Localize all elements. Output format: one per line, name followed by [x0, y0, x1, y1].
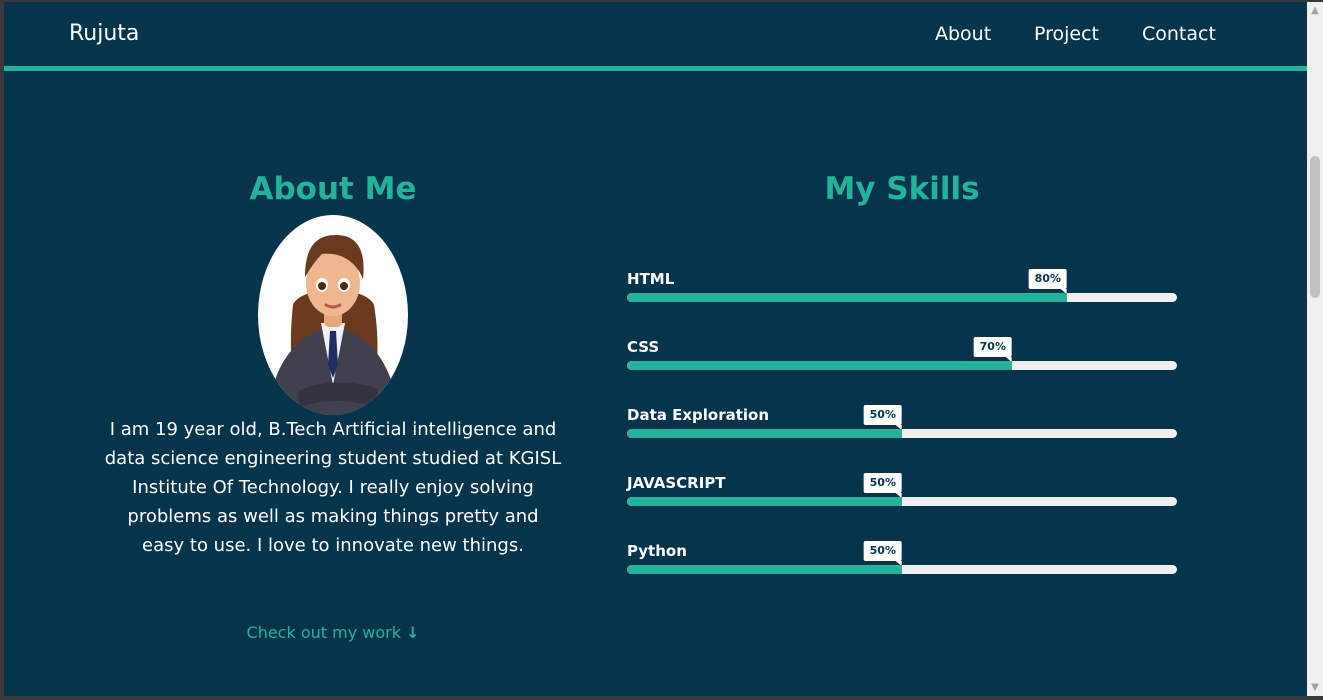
skill-fill — [627, 497, 902, 506]
skill-javascript: JAVASCRIPT 50% — [627, 473, 1177, 523]
skill-name: Data Exploration — [627, 406, 770, 424]
skill-percent-badge: 50% — [863, 541, 903, 566]
skill-name: CSS — [627, 338, 660, 356]
check-work-link[interactable]: Check out my work ↓ — [114, 622, 552, 644]
skill-html: HTML 80% — [627, 269, 1177, 319]
nav-about[interactable]: About — [935, 20, 991, 48]
skill-name: JAVASCRIPT — [627, 474, 726, 492]
skills-title: My Skills — [824, 171, 980, 207]
scrollbar-thumb[interactable] — [1310, 156, 1320, 298]
skill-track — [627, 565, 1177, 574]
arrow-down-icon: ↓ — [406, 623, 420, 642]
skill-track — [627, 497, 1177, 506]
skill-name: Python — [627, 542, 687, 560]
skill-track — [627, 293, 1177, 302]
skill-fill — [627, 565, 902, 574]
skill-css: CSS 70% — [627, 337, 1177, 387]
check-work-label: Check out my work — [246, 623, 401, 642]
skill-fill — [627, 429, 902, 438]
skill-fill — [627, 293, 1067, 302]
scrollbar[interactable]: ▲ ▼ — [1307, 2, 1323, 696]
nav-contact[interactable]: Contact — [1142, 20, 1216, 48]
nav-divider — [4, 66, 1307, 71]
skill-percent-badge: 50% — [863, 405, 903, 430]
skill-track — [627, 429, 1177, 438]
avatar-illustration — [268, 235, 398, 415]
skill-percent-badge: 70% — [973, 337, 1013, 362]
about-text: I am 19 year old, B.Tech Artificial inte… — [104, 419, 562, 556]
skill-track — [627, 361, 1177, 370]
avatar — [258, 215, 408, 415]
skill-percent-badge: 50% — [863, 473, 903, 498]
nav-project[interactable]: Project — [1034, 20, 1099, 48]
navbar: Rujuta About Project Contact — [4, 2, 1307, 66]
page-window: Rujuta About Project Contact About Me I … — [4, 2, 1307, 696]
brand-logo[interactable]: Rujuta — [69, 20, 139, 48]
skill-python: Python 50% — [627, 541, 1177, 591]
scroll-up-icon[interactable]: ▲ — [1307, 2, 1323, 19]
about-title: About Me — [249, 171, 417, 207]
skill-data-exploration: Data Exploration 50% — [627, 405, 1177, 455]
skill-percent-badge: 80% — [1028, 269, 1068, 294]
skill-fill — [627, 361, 1012, 370]
skill-name: HTML — [627, 270, 675, 288]
scroll-down-icon[interactable]: ▼ — [1307, 679, 1323, 696]
